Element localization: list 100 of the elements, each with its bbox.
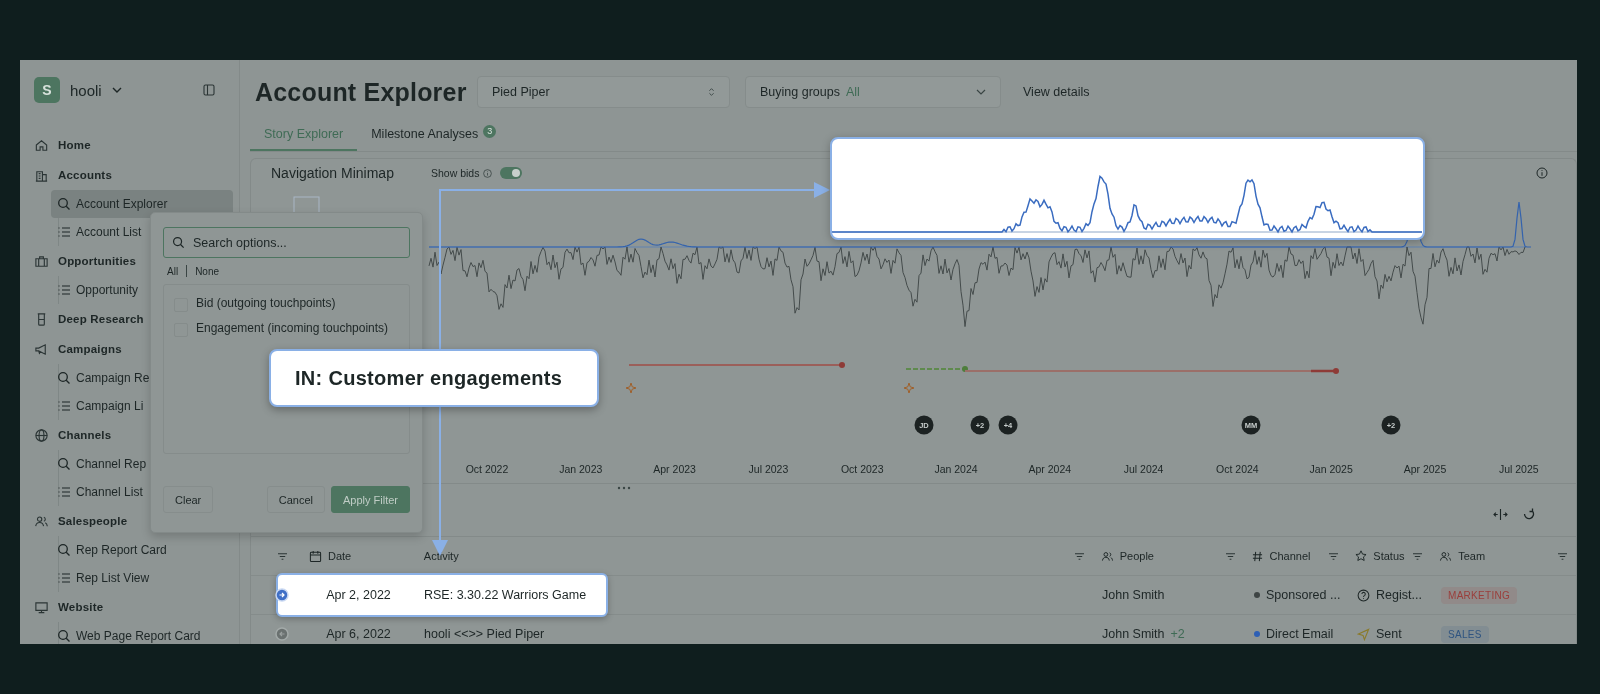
timeline-label: Apr 2024 — [1028, 463, 1072, 475]
column-header[interactable]: Activity — [423, 550, 459, 562]
filter-icon[interactable] — [1412, 551, 1424, 561]
timeline-label: Jan 2023 — [559, 463, 603, 475]
option-label[interactable]: Bid (outgoing touchpoints) — [196, 295, 336, 312]
timeline-label: Apr 2025 — [1403, 463, 1447, 475]
nav-item[interactable]: Rep List View — [51, 564, 233, 592]
list-icon — [57, 225, 71, 239]
timeline-label: Apr 2023 — [653, 463, 696, 475]
team-tag: SALES — [1441, 625, 1489, 643]
star-icon — [1355, 550, 1368, 562]
monitor-icon — [34, 599, 49, 615]
popover-button[interactable]: Clear — [163, 486, 214, 513]
timeline-label: Oct 2022 — [465, 463, 509, 475]
filter-icon[interactable] — [276, 551, 288, 561]
chevron-down-icon — [976, 89, 986, 95]
sparkle-icon — [625, 382, 637, 394]
show-bids-label: Show bids — [431, 167, 480, 179]
status-cell: Regist... — [1376, 588, 1422, 602]
column-header[interactable]: Status — [1373, 550, 1405, 562]
filter-icon[interactable] — [1328, 551, 1340, 561]
account-select[interactable]: Pied Piper — [477, 76, 730, 108]
popover-button[interactable]: Apply Filter — [330, 486, 410, 513]
show-bids-toggle[interactable] — [500, 167, 523, 179]
popover-button[interactable]: Cancel — [266, 486, 325, 513]
status-cell: Sent — [1376, 627, 1402, 641]
sidebar-toggle-icon[interactable] — [203, 84, 215, 96]
column-header[interactable]: People — [1119, 550, 1154, 562]
nav-item[interactable]: Web Page Report Card — [51, 622, 233, 644]
search-field[interactable]: Search options... — [163, 227, 410, 258]
search-icon — [57, 457, 71, 471]
nav-item[interactable]: Campaign Li — [51, 392, 233, 420]
briefcase-icon — [34, 253, 49, 269]
minimap-title: Navigation Minimap — [271, 165, 395, 181]
info-icon — [483, 168, 493, 178]
option-label[interactable]: Engagement (incoming touchpoints) — [196, 320, 389, 337]
count-badge: 3 — [483, 124, 497, 138]
timeline-label: Jan 2025 — [1309, 463, 1353, 475]
sort-caret-icon — [708, 87, 715, 97]
column-header[interactable]: Team — [1458, 550, 1486, 562]
nav-section[interactable]: Campaigns — [20, 334, 239, 364]
people-cell: John Smith — [1102, 588, 1165, 602]
timeline-label: Jan 2024 — [934, 463, 978, 475]
buying-groups-value: All — [845, 85, 860, 99]
buying-groups-select[interactable]: Buying groups All — [745, 76, 1001, 108]
filter-icon[interactable] — [1225, 551, 1237, 561]
select-all-link[interactable]: All — [167, 265, 179, 277]
list-icon — [57, 399, 71, 413]
search-icon — [57, 197, 71, 211]
list-icon — [57, 485, 71, 499]
column-header[interactable]: Date — [328, 550, 352, 562]
list-icon — [57, 571, 71, 585]
column-header[interactable]: Channel — [1269, 550, 1311, 562]
search-icon — [57, 629, 71, 643]
refresh-icon[interactable] — [1522, 507, 1536, 521]
nav-item[interactable]: Campaign Re — [51, 364, 233, 392]
search-icon — [57, 371, 71, 385]
timeline-label: Oct 2024 — [1216, 463, 1259, 475]
nav-section[interactable]: Home — [20, 130, 239, 160]
calendar-icon — [309, 549, 322, 563]
expand-columns-icon[interactable] — [1493, 507, 1508, 521]
nav-item[interactable]: Rep Report Card — [51, 536, 233, 564]
sparkle-icon — [903, 382, 915, 394]
nav-item[interactable]: Channel Rep — [51, 450, 233, 478]
list-icon — [57, 283, 71, 297]
nav-section[interactable]: Channels — [20, 420, 239, 450]
drag-handle-icon[interactable] — [616, 486, 631, 490]
home-icon — [34, 137, 49, 153]
view-details-button[interactable]: View details — [1023, 85, 1090, 99]
filter-icon[interactable] — [1557, 551, 1568, 561]
team-tag: MARKETING — [1441, 586, 1518, 604]
filter-icon[interactable] — [1073, 551, 1085, 561]
hash-icon — [1252, 550, 1264, 562]
timeline-label: Jul 2025 — [1498, 463, 1539, 475]
callout-label: IN: Customer engagements — [269, 349, 599, 407]
question-icon — [1357, 588, 1370, 602]
workspace-name[interactable]: hooli — [70, 81, 102, 99]
activity-cell: RSE: 3.30.22 Warriors Game — [424, 588, 587, 602]
people-count: +2 — [1170, 627, 1185, 641]
search-icon — [172, 236, 185, 249]
megaphone-icon — [34, 341, 49, 357]
tab[interactable]: Milestone Analyses 3 — [357, 119, 511, 151]
activity-cell: hooli <<>> Pied Piper — [424, 627, 545, 641]
nav-section[interactable]: Website — [20, 592, 239, 622]
select-none-link[interactable]: None — [195, 265, 220, 277]
date-cell: Apr 6, 2022 — [326, 627, 391, 641]
search-icon — [57, 543, 71, 557]
chevron-down-icon[interactable] — [111, 87, 122, 93]
timeline-label: Jul 2024 — [1123, 463, 1164, 475]
people-icon — [1439, 549, 1453, 563]
nav-section[interactable]: Accounts — [20, 160, 239, 190]
channel-cell: Sponsored ... — [1266, 588, 1341, 602]
info-icon[interactable] — [1536, 167, 1548, 179]
globe-icon — [34, 427, 49, 443]
nav-item[interactable]: Account Explorer — [51, 190, 233, 218]
page-title: Account Explorer — [255, 77, 468, 107]
people-icon — [34, 513, 49, 529]
send-icon — [1357, 627, 1370, 641]
timeline-label: Jul 2023 — [748, 463, 789, 475]
timeline-label: Oct 2023 — [840, 463, 884, 475]
